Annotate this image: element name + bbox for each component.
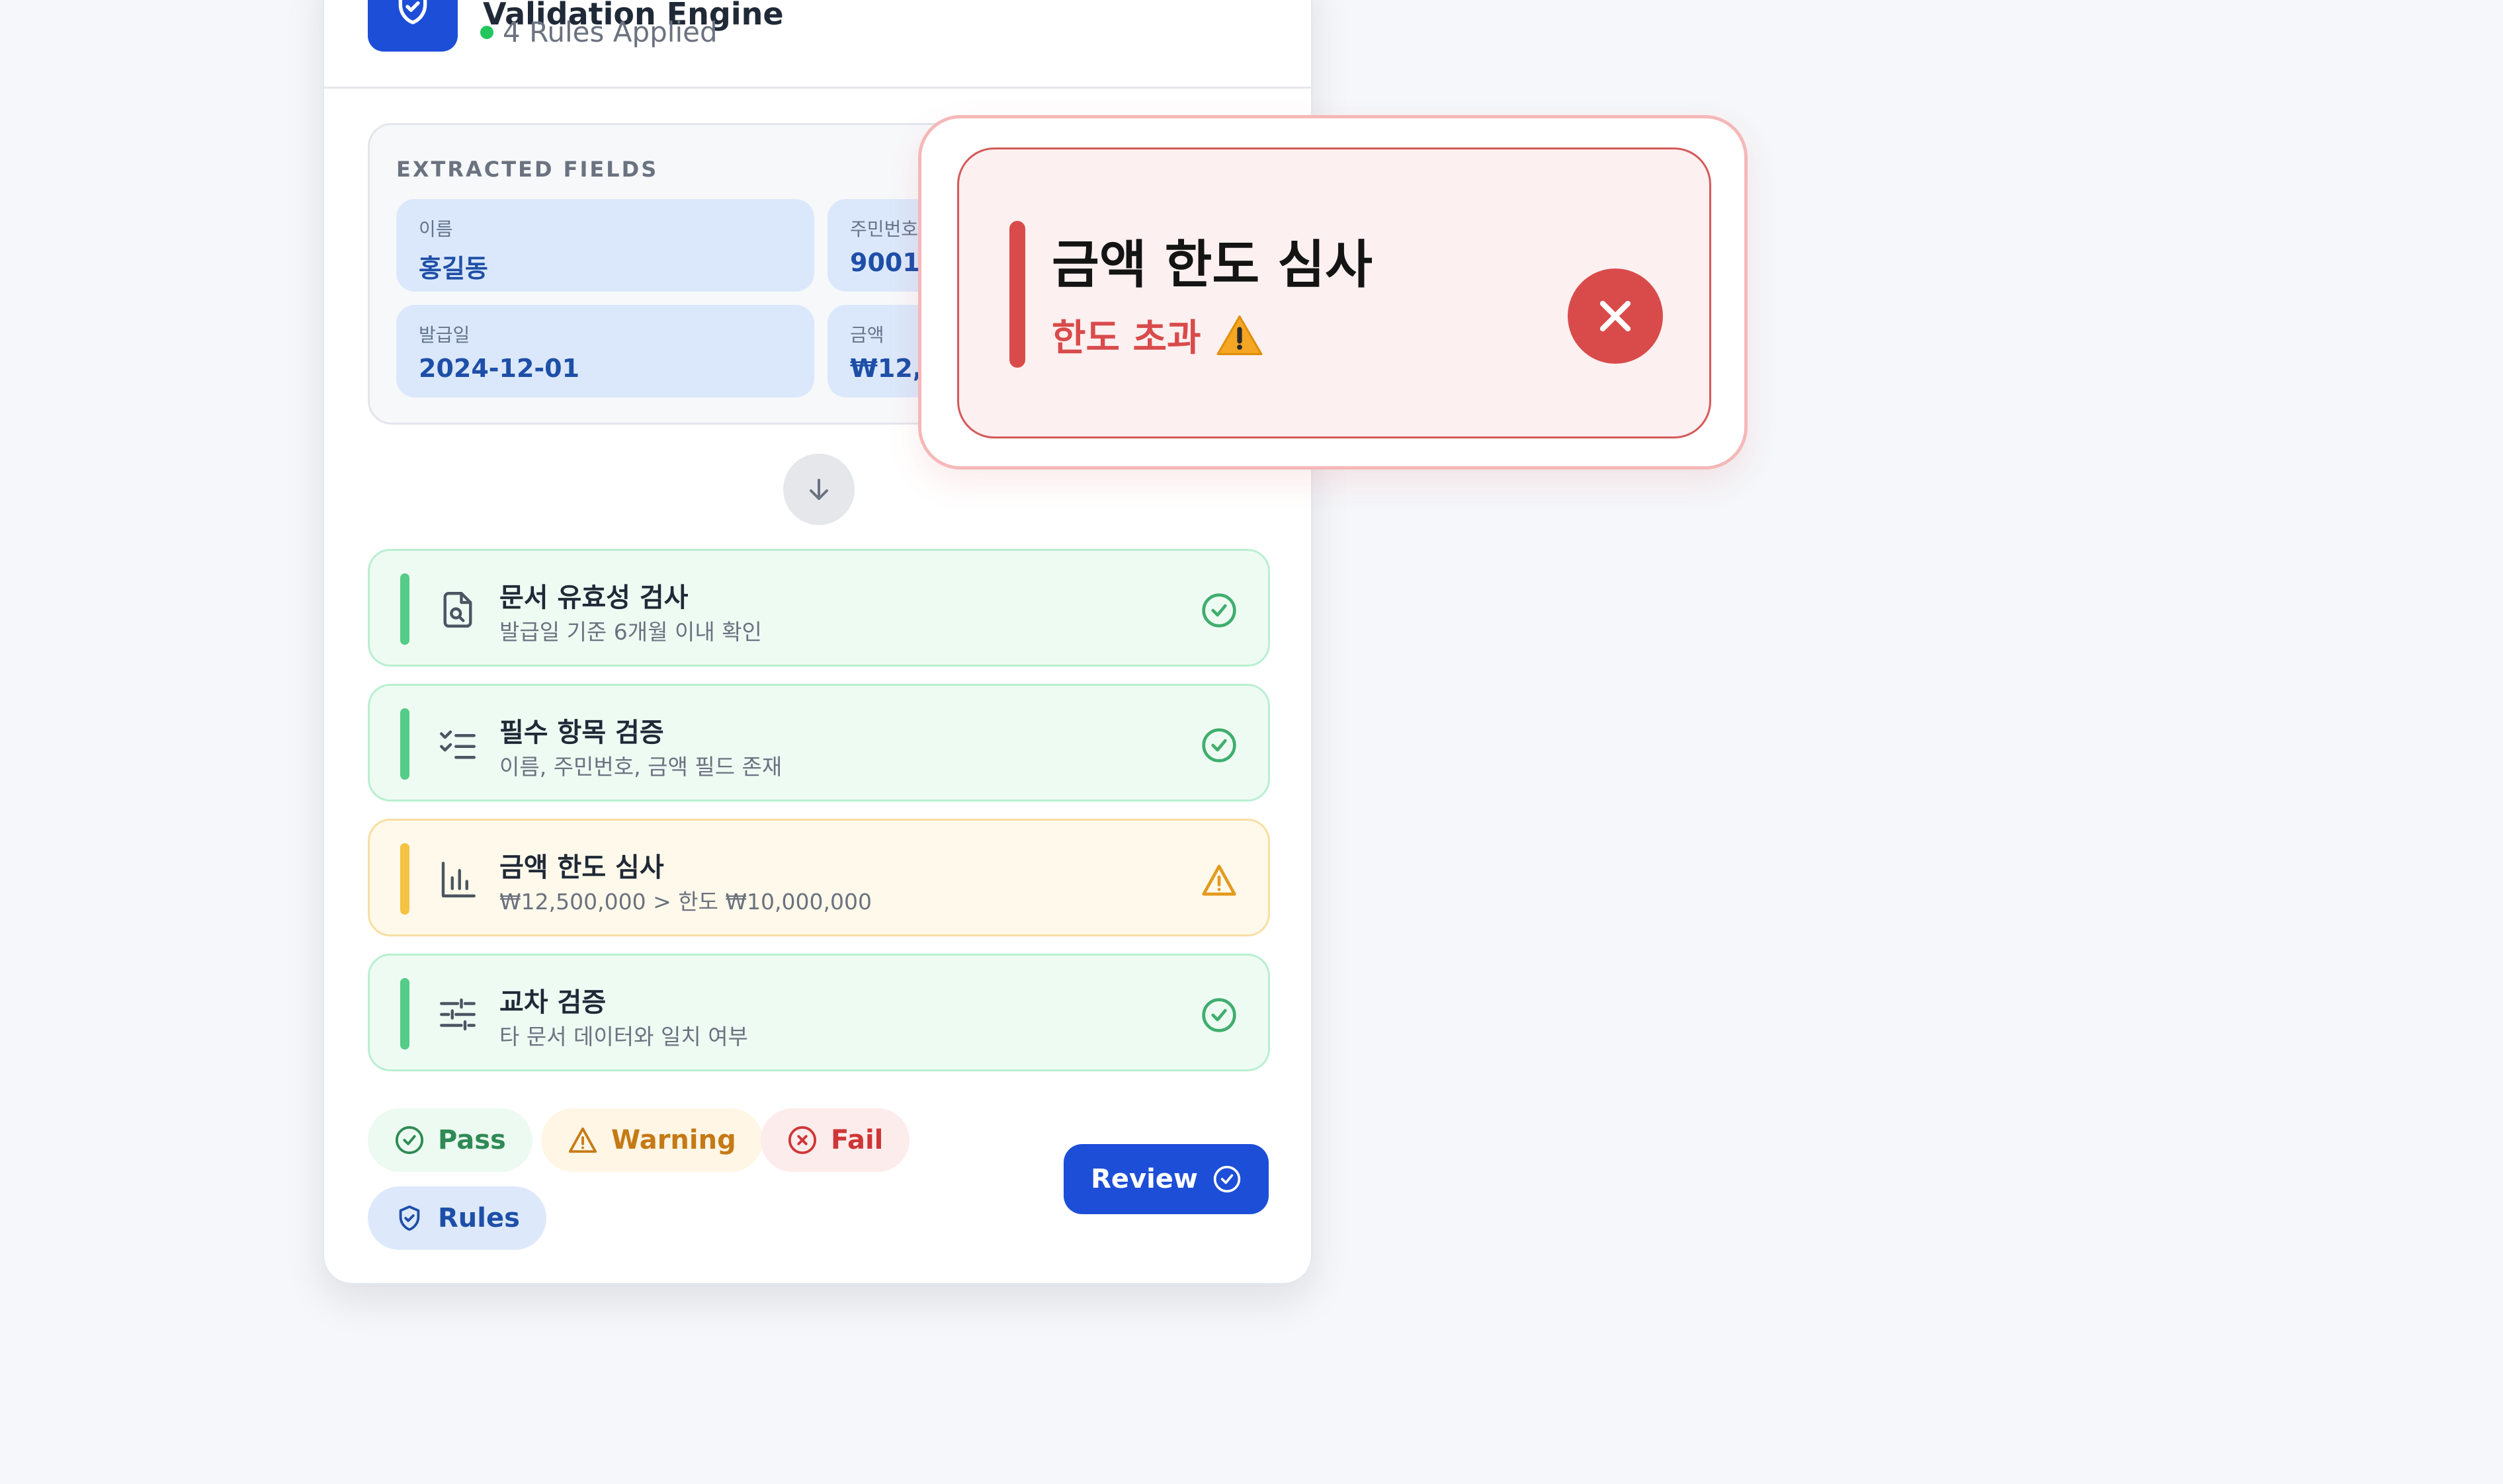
fail-chip[interactable]: Fail [761,1108,910,1172]
pass-chip-label: Pass [438,1125,506,1155]
rule-description: ₩12,500,000 > 한도 ₩10,000,000 [499,889,872,915]
popup-status-bar [1009,221,1025,368]
close-x-icon[interactable] [1568,268,1663,364]
status-bar [400,708,409,780]
rules-chip[interactable]: Rules [368,1186,546,1250]
rule-description: 타 문서 데이터와 일치 여부 [499,1024,748,1050]
field-value: 2024-12-01 [419,354,580,383]
field-label: 이름 [419,218,453,240]
field-value: 홍길동 [419,254,488,283]
extracted-fields-title: EXTRACTED FIELDS [396,157,659,182]
warning-triangle-icon [1202,864,1236,896]
shield-check-icon [399,1205,420,1231]
field-issue-date: 발급일 2024-12-01 [396,305,814,397]
rule-item-required-fields[interactable]: 필수 항목 검증 이름, 주민번호, 금액 필드 존재 [368,684,1270,802]
x-circle-icon [788,1126,817,1155]
warning-chip-label: Warning [611,1125,736,1155]
popup-panel: 금액 한도 심사 한도 초과 [957,147,1711,438]
rule-failure-popup: 금액 한도 심사 한도 초과 [918,115,1748,470]
rule-title: 교차 검증 [499,987,607,1018]
rules-applied-status: 4 Rules Applied [480,16,718,48]
status-dot-icon [480,25,493,39]
arrow-down-icon [783,454,855,525]
card-header: Validation Engine 4 Rules Applied [324,0,1311,89]
bar-chart-icon [441,862,476,897]
popup-subtitle: 한도 초과 [1052,308,1263,362]
status-bar [400,978,409,1050]
review-button[interactable]: Review [1064,1144,1269,1214]
rules-chip-label: Rules [438,1203,520,1233]
warning-chip[interactable]: Warning [541,1108,763,1172]
warning-triangle-icon [568,1127,597,1153]
document-search-icon [443,592,472,628]
shield-check-logo-icon [368,0,458,52]
rule-title: 금액 한도 심사 [499,852,664,883]
checklist-icon [440,730,476,759]
rule-title: 문서 유효성 검사 [499,583,689,613]
check-circle-icon [1213,1165,1241,1193]
rule-description: 이름, 주민번호, 금액 필드 존재 [499,754,783,780]
rules-applied-label: 4 Rules Applied [503,16,718,48]
status-bar [400,843,409,915]
field-name: 이름 홍길동 [396,199,814,292]
status-bar [400,573,409,645]
sliders-icon [440,998,476,1031]
check-circle-icon [395,1126,424,1155]
rule-item-amount-limit[interactable]: 금액 한도 심사 ₩12,500,000 > 한도 ₩10,000,000 [368,819,1270,936]
warning-emoji-icon [1216,315,1263,355]
rule-description: 발급일 기준 6개월 이내 확인 [499,619,762,645]
review-button-label: Review [1091,1164,1198,1194]
check-circle-icon [1202,728,1236,763]
check-circle-icon [1202,998,1236,1032]
fail-chip-label: Fail [831,1125,884,1155]
pass-chip[interactable]: Pass [368,1108,532,1172]
rule-item-cross-validation[interactable]: 교차 검증 타 문서 데이터와 일치 여부 [368,954,1270,1071]
field-label: 발급일 [419,324,470,346]
check-circle-icon [1202,593,1236,628]
rule-item-document-validity[interactable]: 문서 유효성 검사 발급일 기준 6개월 이내 확인 [368,549,1270,667]
popup-title: 금액 한도 심사 [1052,235,1373,295]
rule-title: 필수 항목 검증 [499,718,664,748]
popup-subtitle-label: 한도 초과 [1052,317,1201,360]
